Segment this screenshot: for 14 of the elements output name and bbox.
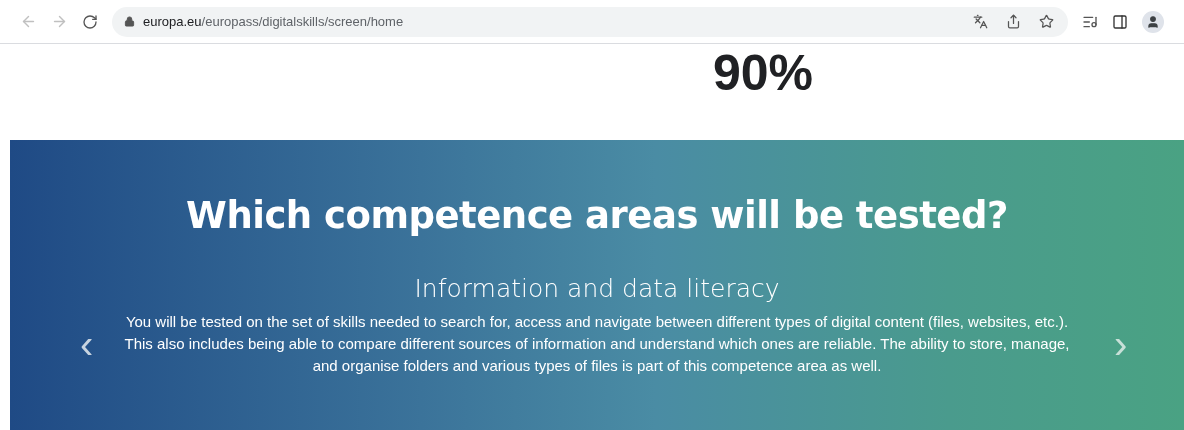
slide-description: You will be tested on the set of skills needed to search for, access and navigate between different types of digital content (files, websites, etc.). This also includes being able to compare different sources of information and understand which ones are reliable. The ability to store, manage, and organise folders and various types of files is part of this competence area as well. [123,312,1071,376]
slide-heading: Information and data literacy [414,272,780,305]
profile-avatar[interactable] [1142,10,1164,33]
side-panel-icon[interactable] [1112,13,1128,30]
translate-icon[interactable] [973,14,988,29]
share-icon[interactable] [1006,14,1021,29]
previous-button[interactable]: ‹ [10,324,110,364]
address-bar[interactable]: europa.eu/europass/digitalskills/screen/home [112,6,1068,37]
stat-value: 90% [713,48,814,98]
bookmark-star-icon[interactable] [1039,14,1054,29]
banner-title: Which competence areas will be tested? [186,193,1008,239]
reload-icon[interactable] [82,13,98,30]
lock-icon [124,16,135,27]
url-text: europa.eu/europass/digitalskills/screen/home [143,12,404,31]
